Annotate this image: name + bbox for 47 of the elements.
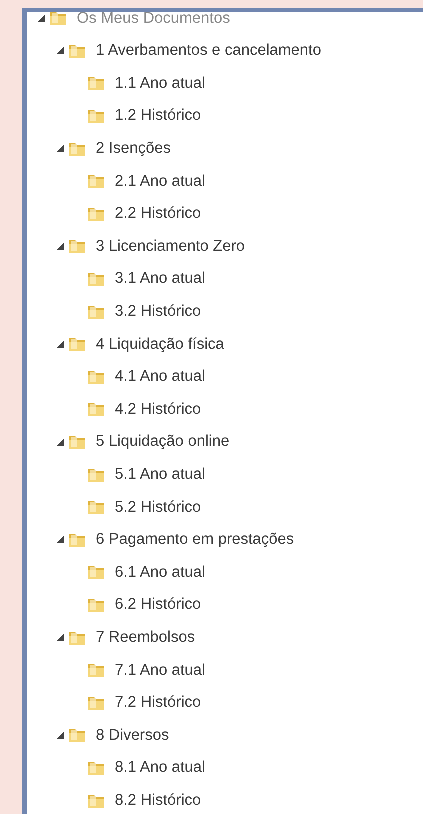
collapse-arrow-icon[interactable] [38, 14, 44, 22]
collapse-arrow-icon[interactable] [56, 145, 64, 152]
folder-icon [87, 661, 105, 680]
folder-label[interactable]: 4 Liquidação física [96, 332, 224, 356]
folder-icon [68, 726, 86, 744]
folder-label[interactable]: 8.2 Histórico [115, 788, 202, 812]
collapse-arrow-icon[interactable] [56, 340, 64, 348]
collapse-arrow-icon[interactable] [56, 536, 64, 544]
collapse-arrow-icon[interactable] [56, 634, 64, 642]
folder-label[interactable]: 5.1 Ano atual [115, 462, 206, 486]
folder-label[interactable]: 3 Licenciamento Zero [96, 234, 246, 258]
folder-label[interactable]: 2.1 Ano atual [115, 170, 206, 193]
folder-icon [49, 12, 67, 28]
folder-label[interactable]: 7.1 Ano atual [115, 658, 206, 682]
folder-label[interactable]: 8.1 Ano atual [115, 756, 206, 780]
folder-label[interactable]: 1 Averbamentos e cancelamento [96, 39, 322, 63]
folder-label[interactable]: 3.1 Ano atual [115, 267, 206, 291]
folder-label[interactable]: 7.2 Histórico [115, 691, 202, 714]
folder-icon [68, 335, 86, 354]
folder-label[interactable]: 2.2 Histórico [115, 202, 202, 226]
folder-icon [87, 498, 105, 516]
folder-icon [87, 172, 105, 190]
folder-label[interactable]: 6 Pagamento em prestações [96, 528, 294, 552]
folder-label[interactable]: 2 Isenções [96, 137, 171, 160]
folder-label[interactable]: 1.1 Ano atual [115, 72, 206, 96]
folder-label[interactable]: 4.1 Ano atual [115, 365, 206, 388]
folder-label[interactable]: 6.1 Ano atual [115, 560, 206, 584]
folder-icon [87, 107, 105, 126]
collapse-arrow-icon[interactable] [56, 47, 64, 54]
folder-icon [68, 433, 86, 452]
folder-label[interactable]: 5 Liquidação online [96, 430, 230, 454]
folder-icon [87, 74, 105, 92]
folder-label[interactable]: 6.2 Histórico [115, 593, 202, 617]
folder-label[interactable]: 4.2 Histórico [115, 398, 202, 422]
folder-label[interactable]: 8 Diversos [96, 724, 170, 747]
folder-icon [87, 563, 105, 582]
folder-label[interactable]: Os Meus Documentos [77, 12, 230, 30]
folder-icon [87, 270, 105, 288]
folder-label[interactable]: 7 Reembolsos [96, 626, 196, 650]
collapse-arrow-icon[interactable] [56, 732, 64, 739]
folder-label[interactable]: 3.2 Histórico [115, 300, 202, 324]
folder-label[interactable]: 1.2 Histórico [115, 104, 202, 128]
folder-icon [87, 400, 105, 418]
folder-label[interactable]: 5.2 Histórico [115, 496, 202, 519]
folder-icon [68, 237, 86, 256]
collapse-arrow-icon[interactable] [56, 242, 64, 250]
collapse-arrow-icon[interactable] [56, 438, 64, 446]
